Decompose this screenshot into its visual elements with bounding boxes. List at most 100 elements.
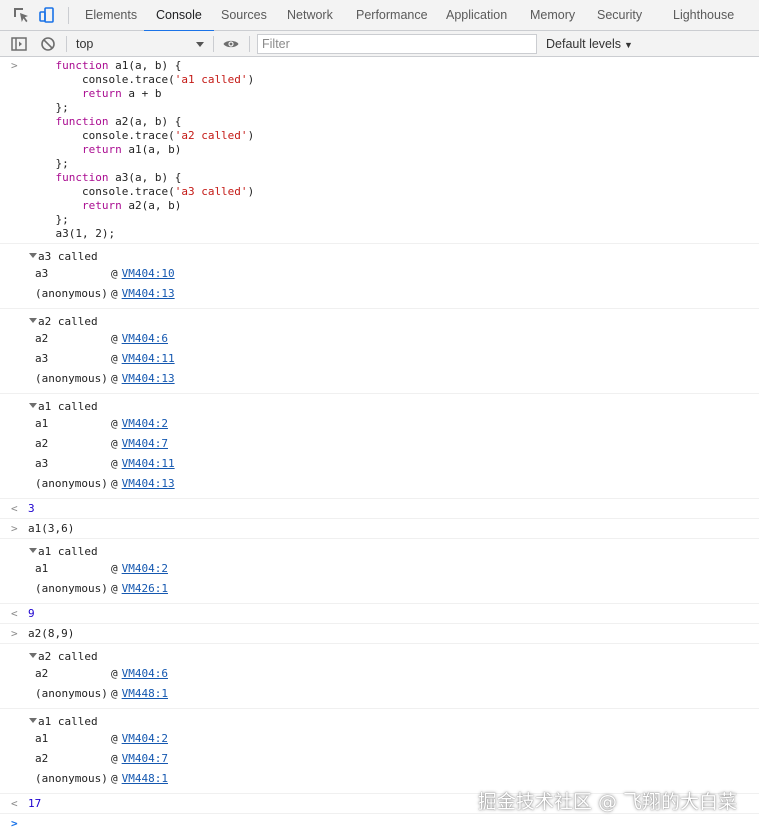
result-value: 17 [28, 797, 42, 810]
source-link[interactable]: VM404:13 [122, 477, 175, 490]
tab-sources[interactable]: Sources [221, 0, 267, 31]
stack-frame: a3 @ VM404:10 [0, 264, 759, 284]
source-link[interactable]: VM404:2 [122, 732, 168, 745]
expand-triangle-icon[interactable] [29, 253, 37, 258]
code-line: return a1(a, b) [81, 143, 182, 156]
source-link[interactable]: VM404:10 [122, 267, 175, 280]
tab-security[interactable]: Security [597, 0, 642, 31]
command-text: a1(3,6) [28, 522, 75, 535]
source-link[interactable]: VM448:1 [122, 772, 168, 785]
tab-network[interactable]: Network [287, 0, 333, 31]
frame-function: (anonymous) [35, 687, 108, 700]
code-line: function a1(a, b) { [55, 59, 182, 72]
console-toolbar: top Default levels▼ [0, 31, 759, 57]
code-line: function a2(a, b) { [55, 115, 182, 128]
trace-message: a2 called a2 @ VM404:6 (anonymous) @ VM448:1 [0, 644, 759, 709]
stack-frame: a2 @ VM404:6 [0, 664, 759, 684]
watermark: 掘金技术社区 @ 飞翔的大白菜 [477, 791, 737, 813]
trace-header[interactable]: a1 called [0, 715, 759, 729]
source-link[interactable]: VM404:7 [122, 437, 168, 450]
trace-header[interactable]: a1 called [0, 400, 759, 414]
expand-triangle-icon[interactable] [29, 548, 37, 553]
tab-memory[interactable]: Memory [530, 0, 575, 31]
frame-at: @ [111, 352, 118, 365]
source-link[interactable]: VM404:2 [122, 562, 168, 575]
device-toolbar-icon[interactable] [38, 6, 56, 24]
frame-at: @ [111, 752, 118, 765]
trace-header[interactable]: a3 called [0, 250, 759, 264]
frame-function: a2 [35, 667, 49, 680]
source-link[interactable]: VM404:7 [122, 752, 168, 765]
command-text: a2(8,9) [28, 627, 75, 640]
frame-at: @ [111, 582, 118, 595]
filter-input[interactable] [257, 34, 537, 54]
source-link[interactable]: VM404:13 [122, 372, 175, 385]
trace-header[interactable]: a1 called [0, 545, 759, 559]
log-levels-label: Default levels [546, 37, 622, 51]
expand-triangle-icon[interactable] [29, 718, 37, 723]
expand-triangle-icon[interactable] [29, 403, 37, 408]
frame-function: a2 [35, 437, 49, 450]
input-prompt-icon: > [11, 522, 18, 535]
tab-console[interactable]: Console [144, 0, 214, 32]
frame-at: @ [111, 457, 118, 470]
chevron-down-icon[interactable] [196, 42, 204, 47]
frame-function: (anonymous) [35, 287, 108, 300]
live-expression-icon[interactable] [222, 35, 240, 53]
frame-at: @ [111, 667, 118, 680]
toolbar-separator [249, 36, 250, 52]
console-input-message: > function a1(a, b) { console.trace('a1 … [0, 57, 759, 244]
source-link[interactable]: VM426:1 [122, 582, 168, 595]
expand-triangle-icon[interactable] [29, 653, 37, 658]
source-link[interactable]: VM404:6 [122, 667, 168, 680]
frame-at: @ [111, 477, 118, 490]
tab-lighthouse[interactable]: Lighthouse [673, 0, 734, 31]
source-link[interactable]: VM404:2 [122, 417, 168, 430]
tab-application[interactable]: Application [446, 0, 507, 31]
trace-message: a1 called a1 @ VM404:2 (anonymous) @ VM426:1 [0, 539, 759, 604]
trace-message: a2 called a2 @ VM404:6 a3 @ VM404:11 (anonym… [0, 309, 759, 394]
source-link[interactable]: VM448:1 [122, 687, 168, 700]
trace-title: a3 called [38, 250, 98, 263]
expand-triangle-icon[interactable] [29, 318, 37, 323]
trace-message: a1 called a1 @ VM404:2 a2 @ VM404:7 (anonymo… [0, 709, 759, 794]
stack-frame: a1 @ VM404:2 [0, 559, 759, 579]
code-line: }; [29, 101, 69, 114]
show-sidebar-icon[interactable] [10, 35, 28, 53]
log-levels-dropdown[interactable]: Default levels ▼ [546, 31, 633, 57]
console-prompt-input[interactable]: > [0, 814, 759, 834]
result-value: 3 [28, 502, 35, 515]
context-selector[interactable]: top [76, 31, 93, 57]
frame-function: a1 [35, 562, 49, 575]
result-prompt-icon: < [11, 607, 18, 620]
code-line: function a3(a, b) { [55, 171, 182, 184]
stack-frame: a3 @ VM404:11 [0, 454, 759, 474]
source-link[interactable]: VM404:13 [122, 287, 175, 300]
source-link[interactable]: VM404:6 [122, 332, 168, 345]
trace-header[interactable]: a2 called [0, 650, 759, 664]
tab-elements[interactable]: Elements [85, 0, 137, 31]
chevron-down-icon: ▼ [624, 40, 633, 50]
stack-frame: a2 @ VM404:7 [0, 749, 759, 769]
frame-at: @ [111, 287, 118, 300]
code-line: console.trace('a1 called') [29, 73, 255, 86]
tab-performance[interactable]: Performance [356, 0, 428, 31]
clear-console-icon[interactable] [39, 35, 57, 53]
trace-header[interactable]: a2 called [0, 315, 759, 329]
source-link[interactable]: VM404:11 [122, 457, 175, 470]
result-prompt-icon: < [11, 502, 18, 515]
stack-frame: a1 @ VM404:2 [0, 729, 759, 749]
tab-separator [68, 7, 69, 24]
trace-message: a1 called a1 @ VM404:2 a2 @ VM404:7 a3 @ VM404… [0, 394, 759, 499]
trace-title: a1 called [38, 545, 98, 558]
stack-frame: a3 @ VM404:11 [0, 349, 759, 369]
frame-function: a3 [35, 352, 49, 365]
result-value: 9 [28, 607, 35, 620]
trace-title: a1 called [38, 400, 98, 413]
result-row: < 9 [0, 604, 759, 624]
console-output: > function a1(a, b) { console.trace('a1 … [0, 57, 759, 836]
source-link[interactable]: VM404:11 [122, 352, 175, 365]
inspect-element-icon[interactable] [12, 6, 30, 24]
frame-at: @ [111, 687, 118, 700]
frame-function: a1 [35, 732, 49, 745]
